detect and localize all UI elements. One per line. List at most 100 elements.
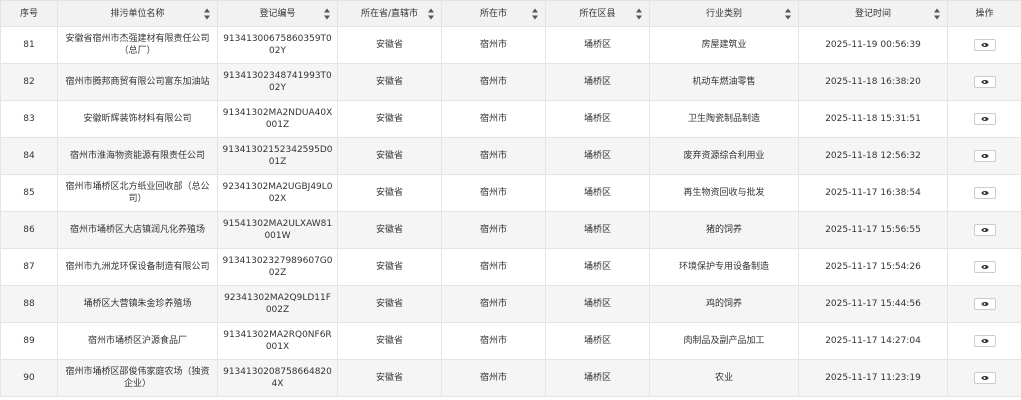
view-button[interactable]	[973, 186, 996, 199]
cell-city: 宿州市	[441, 26, 546, 64]
table-row: 82 宿州市腾邦商贸有限公司富东加油站 91341302348741993T002Y…	[0, 63, 1021, 101]
cell-province: 安徽省	[337, 359, 442, 397]
view-button[interactable]	[973, 112, 996, 125]
eye-icon	[981, 338, 988, 343]
cell-name: 埇桥区大营镇朱金珍养殖场	[57, 285, 218, 323]
table-row: 90 宿州市埇桥区邵俊伟家庭农场（独资企业） 9134130208758664820…	[0, 359, 1021, 397]
column-header-label: 登记编号	[259, 8, 296, 19]
cell-province: 安徽省	[337, 211, 442, 249]
view-button[interactable]	[973, 149, 996, 162]
cell-action	[947, 248, 1021, 286]
sort-icon[interactable]	[785, 8, 792, 19]
cell-city: 宿州市	[441, 211, 546, 249]
sort-icon[interactable]	[204, 8, 211, 19]
view-button[interactable]	[973, 371, 996, 384]
cell-district: 埇桥区	[545, 100, 650, 138]
cell-seq: 88	[0, 285, 58, 323]
view-button[interactable]	[973, 260, 996, 273]
table-row: 89 宿州市埇桥区沪源食品厂 91341302MA2RQ0NF6R001X 安徽省 宿州…	[0, 322, 1021, 360]
cell-code: 91341302087586648204X	[217, 359, 338, 397]
view-button[interactable]	[973, 38, 996, 51]
column-header-seq: 序号	[0, 0, 58, 27]
cell-time: 2025-11-18 12:56:32	[798, 137, 948, 175]
column-header-name[interactable]: 排污单位名称	[57, 0, 218, 27]
column-header-label: 操作	[975, 8, 994, 19]
table-row: 88 埇桥区大营镇朱金珍养殖场 92341302MA2Q9LD11F002Z 安徽省宿…	[0, 285, 1021, 323]
cell-industry: 再生物资回收与批发	[649, 174, 799, 212]
eye-icon	[981, 42, 988, 47]
cell-district: 埇桥区	[545, 359, 650, 397]
cell-province: 安徽省	[337, 63, 442, 101]
table-row: 85 宿州市埇桥区北方纸业回收部（总公司） 92341302MA2UGBJ49L00…	[0, 174, 1021, 212]
cell-seq: 86	[0, 211, 58, 249]
view-button[interactable]	[973, 223, 996, 236]
table-header: 序号 排污单位名称 登记编号 所在省/直辖市 所在市 所在区县 行业类别 登记时间 操作	[0, 0, 1021, 27]
eye-icon	[981, 190, 988, 195]
cell-city: 宿州市	[441, 248, 546, 286]
cell-time: 2025-11-17 16:38:54	[798, 174, 948, 212]
header-row: 序号 排污单位名称 登记编号 所在省/直辖市 所在市 所在区县 行业类别 登记时间 操作	[0, 0, 1021, 27]
eye-icon	[981, 116, 988, 121]
cell-seq: 85	[0, 174, 58, 212]
cell-seq: 90	[0, 359, 58, 397]
cell-action	[947, 285, 1021, 323]
cell-name: 宿州市埇桥区北方纸业回收部（总公司）	[57, 174, 218, 212]
cell-code: 91341302MA2RQ0NF6R001X	[217, 322, 338, 360]
eye-icon	[981, 227, 988, 232]
column-header-industry[interactable]: 行业类别	[649, 0, 799, 27]
cell-action	[947, 63, 1021, 101]
cell-action	[947, 211, 1021, 249]
sort-icon[interactable]	[532, 8, 539, 19]
cell-time: 2025-11-17 15:56:55	[798, 211, 948, 249]
view-button[interactable]	[973, 297, 996, 310]
cell-province: 安徽省	[337, 174, 442, 212]
table-row: 84 宿州市淮海物资能源有限责任公司 91341302152342595D001Z 安…	[0, 137, 1021, 175]
cell-action	[947, 322, 1021, 360]
cell-district: 埇桥区	[545, 211, 650, 249]
cell-name: 安徽昕辉装饰材料有限公司	[57, 100, 218, 138]
sort-icon[interactable]	[934, 8, 941, 19]
eye-icon	[981, 375, 988, 380]
table-body: 81 安徽省宿州市杰强建材有限责任公司（总厂） 91341300675860359T…	[0, 26, 1021, 397]
cell-seq: 81	[0, 26, 58, 64]
eye-icon	[981, 153, 988, 158]
cell-name: 宿州市九洲龙环保设备制造有限公司	[57, 248, 218, 286]
table-row: 83 安徽昕辉装饰材料有限公司 91341302MA2NDUA40X001Z 安徽省宿…	[0, 100, 1021, 138]
column-header-district[interactable]: 所在区县	[545, 0, 650, 27]
sort-icon[interactable]	[324, 8, 331, 19]
view-button[interactable]	[973, 334, 996, 347]
cell-industry: 猪的饲养	[649, 211, 799, 249]
column-header-label: 所在市	[479, 8, 507, 19]
cell-code: 91341302152342595D001Z	[217, 137, 338, 175]
cell-industry: 废弃资源综合利用业	[649, 137, 799, 175]
sort-icon[interactable]	[636, 8, 643, 19]
column-header-province[interactable]: 所在省/直辖市	[337, 0, 442, 27]
cell-seq: 82	[0, 63, 58, 101]
cell-industry: 房屋建筑业	[649, 26, 799, 64]
column-header-time[interactable]: 登记时间	[798, 0, 948, 27]
cell-seq: 87	[0, 248, 58, 286]
cell-action	[947, 137, 1021, 175]
cell-code: 92341302MA2Q9LD11F002Z	[217, 285, 338, 323]
cell-city: 宿州市	[441, 359, 546, 397]
table-row: 86 宿州市埇桥区大店镇润凡化养殖场 91541302MA2ULXAW81001W 安…	[0, 211, 1021, 249]
column-header-action: 操作	[947, 0, 1021, 27]
cell-city: 宿州市	[441, 63, 546, 101]
cell-code: 91341302348741993T002Y	[217, 63, 338, 101]
cell-name: 宿州市淮海物资能源有限责任公司	[57, 137, 218, 175]
sort-icon[interactable]	[428, 8, 435, 19]
cell-code: 91541302MA2ULXAW81001W	[217, 211, 338, 249]
table-row: 81 安徽省宿州市杰强建材有限责任公司（总厂） 91341300675860359T…	[0, 26, 1021, 64]
cell-time: 2025-11-17 14:27:04	[798, 322, 948, 360]
cell-action	[947, 359, 1021, 397]
view-button[interactable]	[973, 75, 996, 88]
column-header-code[interactable]: 登记编号	[217, 0, 338, 27]
cell-name: 宿州市埇桥区沪源食品厂	[57, 322, 218, 360]
cell-code: 91341302MA2NDUA40X001Z	[217, 100, 338, 138]
column-header-label: 序号	[19, 8, 38, 19]
cell-city: 宿州市	[441, 322, 546, 360]
eye-icon	[981, 264, 988, 269]
column-header-city[interactable]: 所在市	[441, 0, 546, 27]
table-row: 87 宿州市九洲龙环保设备制造有限公司 91341302327989607G002Z…	[0, 248, 1021, 286]
cell-district: 埇桥区	[545, 174, 650, 212]
